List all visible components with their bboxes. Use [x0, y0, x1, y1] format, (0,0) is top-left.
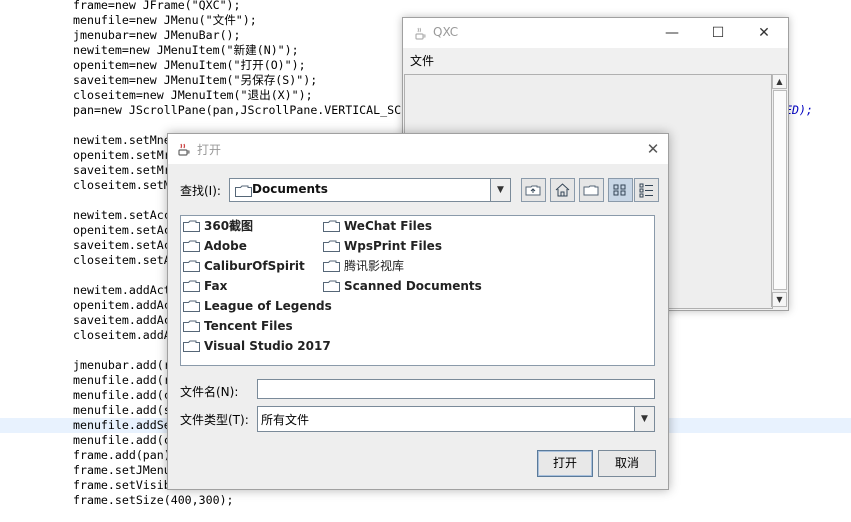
details-view-button[interactable] — [634, 178, 659, 202]
file-type-label: 文件类型(T): — [180, 413, 249, 427]
code-line: closeitem.addA — [73, 328, 171, 342]
up-folder-button[interactable] — [521, 178, 546, 202]
code-line: menufile=new JMenu("文件"); — [73, 13, 257, 27]
file-name-input[interactable] — [257, 379, 655, 399]
code-line: saveitem=new JMenuItem("另保存(S)"); — [73, 73, 318, 87]
maximize-button[interactable]: ☐ — [695, 18, 741, 48]
code-line: closeitem.setA — [73, 253, 171, 267]
code-line: jmenubar=new JMenuBar(); — [73, 28, 241, 42]
menu-file[interactable]: 文件 — [410, 52, 434, 69]
details-view-icon — [639, 183, 653, 198]
code-line: frame.setJMenu — [73, 463, 171, 477]
code-line: frame=new JFrame("QXC"); — [73, 0, 241, 12]
qxc-titlebar[interactable]: QXC — ☐ ✕ — [403, 18, 788, 48]
code-line: menufile.add(r — [73, 373, 171, 387]
folder-icon — [323, 280, 340, 292]
qxc-menubar: 文件 — [403, 48, 788, 72]
scroll-down-icon[interactable]: ▼ — [772, 292, 787, 307]
code-line: frame.setVisib — [73, 478, 171, 492]
folder-icon — [323, 220, 340, 232]
code-line: menufile.add(c — [73, 388, 171, 402]
list-view-button[interactable] — [608, 178, 633, 202]
code-line: openitem.setMr — [73, 148, 171, 162]
dialog-close-button[interactable]: ✕ — [638, 134, 668, 164]
code-line: openitem.addAc — [73, 298, 171, 312]
file-list[interactable]: 360截图 Adobe CaliburOfSpirit Fax League o… — [180, 215, 655, 366]
open-button[interactable]: 打开 — [537, 450, 593, 477]
code-line: newitem.setAcc — [73, 208, 171, 222]
folder-icon — [323, 240, 340, 252]
java-icon — [178, 143, 190, 156]
scroll-thumb[interactable] — [773, 90, 787, 290]
folder-icon — [183, 340, 200, 352]
minimize-button[interactable]: — — [649, 18, 695, 48]
code-line: openitem.setAc — [73, 223, 171, 237]
java-icon — [415, 27, 426, 40]
folder-icon — [183, 320, 200, 332]
code-line: saveitem.addAc — [73, 313, 171, 327]
home-button[interactable] — [550, 178, 575, 202]
folder-icon — [183, 280, 200, 292]
code-line: frame.setSize(400,300); — [73, 493, 234, 507]
code-line: newitem.addAct — [73, 283, 171, 297]
code-line: saveitem.setMr — [73, 163, 171, 177]
code-line: frame.add(pan) — [73, 448, 171, 462]
code-line: jmenubar.add(r — [73, 358, 171, 372]
look-in-label: 查找(I): — [180, 184, 221, 198]
file-type-combo[interactable]: 所有文件 ▼ — [257, 406, 655, 432]
code-line: newitem.setMne — [73, 133, 171, 147]
look-in-value: Documents — [252, 182, 328, 196]
vertical-scrollbar[interactable]: ▲ ▼ — [771, 74, 787, 307]
code-line: newitem=new JMenuItem("新建(N)"); — [73, 43, 299, 57]
code-line-tail: ED); — [785, 103, 813, 117]
folder-icon — [183, 260, 200, 272]
chevron-down-icon[interactable]: ▼ — [490, 179, 510, 201]
folder-icon — [183, 220, 200, 232]
folder-icon — [183, 300, 200, 312]
qxc-title: QXC — [433, 25, 459, 39]
new-folder-icon — [583, 185, 599, 196]
code-line: menufile.add(c — [73, 433, 171, 447]
cancel-button[interactable]: 取消 — [598, 450, 656, 477]
chevron-down-icon[interactable]: ▼ — [634, 407, 654, 431]
code-line: pan=new JScrollPane(pan,JScrollPane.VERT… — [73, 103, 402, 117]
scroll-up-icon[interactable]: ▲ — [772, 74, 787, 89]
code-line: closeitem=new JMenuItem("退出(X)"); — [73, 88, 313, 102]
code-line: saveitem.setAc — [73, 238, 171, 252]
list-view-icon — [613, 184, 626, 196]
code-line: menufile.add(s — [73, 403, 171, 417]
look-in-combo[interactable]: Documents ▼ — [229, 178, 511, 202]
folder-icon — [323, 260, 340, 272]
new-folder-button[interactable] — [579, 178, 604, 202]
open-file-dialog: 打开 ✕ 查找(I): Documents ▼ 360截图 Adobe Cali… — [167, 133, 669, 490]
close-button[interactable]: ✕ — [741, 18, 787, 48]
up-folder-icon — [525, 185, 541, 196]
file-type-value: 所有文件 — [261, 413, 310, 427]
dialog-title: 打开 — [197, 143, 222, 157]
dialog-titlebar[interactable]: 打开 ✕ — [168, 134, 668, 164]
file-name-label: 文件名(N): — [180, 385, 239, 399]
code-line: closeitem.setM — [73, 178, 171, 192]
code-line: openitem=new JMenuItem("打开(O)"); — [73, 58, 306, 72]
folder-icon — [183, 240, 200, 252]
folder-icon — [235, 185, 252, 197]
home-icon — [555, 183, 570, 197]
